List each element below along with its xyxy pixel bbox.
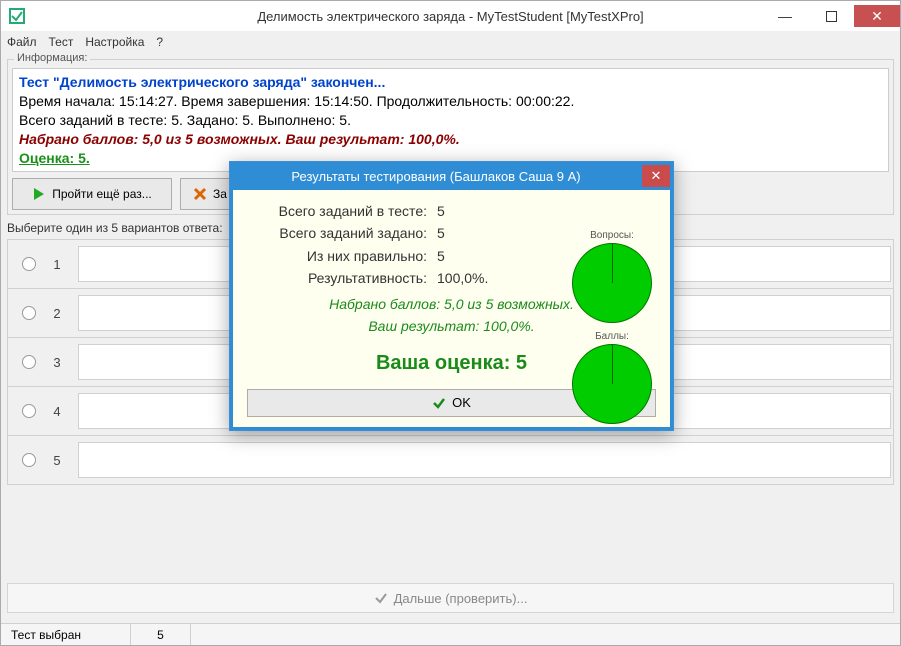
- check-icon: [432, 396, 446, 410]
- window-controls: — ✕: [762, 5, 900, 27]
- info-panel: Тест "Делимость электрического заряда" з…: [12, 68, 889, 172]
- status-count: 5: [131, 624, 191, 645]
- other-button-label: За: [213, 187, 227, 201]
- info-test-title: Тест "Делимость электрического заряда" з…: [19, 73, 882, 92]
- app-icon: [9, 8, 25, 24]
- answer-number: 1: [46, 257, 68, 272]
- dialog-close-button[interactable]: ✕: [642, 165, 670, 187]
- answer-row[interactable]: 5: [8, 435, 893, 484]
- pie-charts: Вопросы: Баллы:: [572, 230, 652, 432]
- pie-questions-label: Вопросы:: [572, 230, 652, 241]
- answer-number: 2: [46, 306, 68, 321]
- info-times: Время начала: 15:14:27. Время завершения…: [19, 92, 882, 111]
- cancel-icon: [193, 187, 207, 201]
- window-titlebar: Делимость электрического заряда - MyTest…: [1, 1, 900, 31]
- pie-points-label: Баллы:: [572, 331, 652, 342]
- answer-content: [78, 442, 891, 478]
- status-text: Тест выбран: [1, 624, 131, 645]
- answer-number: 3: [46, 355, 68, 370]
- close-button[interactable]: ✕: [854, 5, 900, 27]
- stat-result-label: Результативность:: [247, 267, 437, 289]
- stat-asked-label: Всего заданий задано:: [247, 222, 437, 244]
- info-score: Набрано баллов: 5,0 из 5 возможных. Ваш …: [19, 130, 882, 149]
- answer-number: 4: [46, 404, 68, 419]
- dialog-titlebar: Результаты тестирования (Башлаков Саша 9…: [230, 162, 673, 190]
- ok-button-label: OK: [452, 395, 471, 410]
- menu-test[interactable]: Тест: [49, 35, 74, 49]
- retry-button-label: Пройти ещё раз...: [52, 187, 151, 201]
- next-button: Дальше (проверить)...: [7, 583, 894, 613]
- dialog-body: Вопросы: Баллы: Всего заданий в тесте:5 …: [230, 190, 673, 430]
- info-tasks: Всего заданий в тесте: 5. Задано: 5. Вып…: [19, 111, 882, 130]
- stat-result-val: 100,0%.: [437, 267, 488, 289]
- stat-asked-val: 5: [437, 222, 445, 244]
- menu-help[interactable]: ?: [156, 35, 163, 49]
- pie-questions: [572, 243, 652, 323]
- menu-settings[interactable]: Настройка: [85, 35, 144, 49]
- radio-icon[interactable]: [22, 306, 36, 320]
- status-empty: [191, 624, 900, 645]
- stat-correct-label: Из них правильно:: [247, 245, 437, 267]
- menubar: Файл Тест Настройка ?: [1, 31, 900, 53]
- radio-icon[interactable]: [22, 453, 36, 467]
- retry-button[interactable]: Пройти ещё раз...: [12, 178, 172, 210]
- radio-icon[interactable]: [22, 404, 36, 418]
- stat-total-val: 5: [437, 200, 445, 222]
- radio-icon[interactable]: [22, 355, 36, 369]
- stat-correct-val: 5: [437, 245, 445, 267]
- radio-icon[interactable]: [22, 257, 36, 271]
- check-icon: [374, 591, 388, 605]
- pie-points: [572, 344, 652, 424]
- stat-total-label: Всего заданий в тесте:: [247, 200, 437, 222]
- statusbar: Тест выбран 5: [1, 623, 900, 645]
- results-dialog: Результаты тестирования (Башлаков Саша 9…: [229, 161, 674, 431]
- maximize-button[interactable]: [808, 5, 854, 27]
- menu-file[interactable]: Файл: [7, 35, 37, 49]
- answer-number: 5: [46, 453, 68, 468]
- info-group-label: Информация:: [14, 52, 90, 64]
- minimize-button[interactable]: —: [762, 5, 808, 27]
- dialog-title: Результаты тестирования (Башлаков Саша 9…: [230, 169, 642, 184]
- app-window: Делимость электрического заряда - MyTest…: [0, 0, 901, 646]
- play-icon: [32, 187, 46, 201]
- next-button-label: Дальше (проверить)...: [394, 591, 528, 606]
